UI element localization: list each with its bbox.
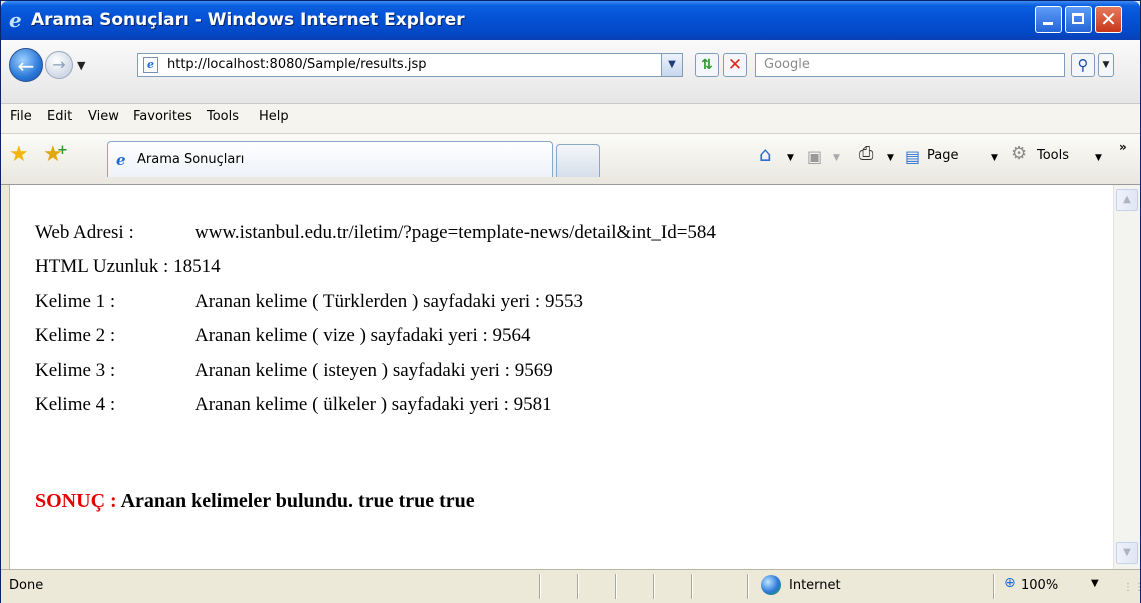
resize-grip-icon[interactable]: ⋮⋮ — [1123, 583, 1141, 598]
recent-pages-dropdown[interactable]: ▼ — [77, 59, 85, 72]
row-value: Aranan kelime ( ülkeler ) sayfadaki yeri… — [195, 394, 552, 415]
menu-edit[interactable]: Edit — [47, 109, 72, 124]
close-button[interactable]: ✕ — [1095, 6, 1122, 33]
feeds-dropdown[interactable]: ▼ — [833, 153, 840, 163]
status-divider — [615, 574, 617, 599]
status-divider — [577, 574, 579, 599]
row-value: www.istanbul.edu.tr/iletim/?page=templat… — [195, 222, 716, 243]
forward-button[interactable]: → — [45, 51, 73, 79]
tools-menu[interactable]: Tools — [1037, 148, 1069, 163]
window-title: Arama Sonuçları - Windows Internet Explo… — [31, 10, 465, 30]
internet-explorer-icon: e — [9, 8, 22, 32]
status-divider — [993, 574, 995, 599]
row-label: Web Adresi : — [35, 222, 134, 243]
url-text: http://localhost:8080/Sample/results.jsp — [167, 57, 427, 72]
menu-view[interactable]: View — [88, 109, 119, 124]
maximize-icon — [1072, 13, 1084, 24]
row-label: Kelime 1 : — [35, 291, 116, 312]
status-text: Done — [9, 578, 44, 593]
zoom-level[interactable]: 100% — [1021, 578, 1058, 593]
address-input[interactable]: e http://localhost:8080/Sample/results.j… — [137, 53, 683, 77]
maximize-button[interactable] — [1065, 6, 1092, 33]
zoom-dropdown[interactable]: ▼ — [1091, 578, 1099, 589]
row-value: Aranan kelime ( vize ) sayfadaki yeri : … — [195, 325, 531, 346]
address-toolbar: ← → ▼ e http://localhost:8080/Sample/res… — [1, 40, 1140, 104]
search-icon: ⚲ — [1077, 56, 1089, 74]
menu-file[interactable]: File — [10, 109, 32, 124]
internet-explorer-icon: e — [116, 151, 126, 169]
menu-favorites[interactable]: Favorites — [133, 109, 192, 124]
title-bar[interactable]: e Arama Sonuçları - Windows Internet Exp… — [1, 1, 1140, 40]
menu-bar: File Edit View Favorites Tools Help — [1, 104, 1140, 134]
refresh-icon: ⇅ — [701, 57, 713, 73]
stop-icon: ✕ — [727, 55, 743, 75]
result-line: SONUÇ : Aranan kelimeler bulundu. true t… — [35, 490, 475, 513]
stop-button[interactable]: ✕ — [723, 53, 747, 77]
search-options-dropdown[interactable]: ▼ — [1098, 53, 1114, 77]
tab-bar: ★ ★ + e Arama Sonuçları ⌂ ▼ ▣ ▼ ⎙ ▼ ▤ Pag… — [1, 134, 1140, 185]
add-to-favorites-icon[interactable]: ★ + — [43, 143, 68, 167]
search-placeholder: Google — [764, 57, 810, 72]
address-dropdown[interactable]: ▼ — [661, 53, 683, 77]
status-bar: Done Internet ⊕ 100% ▼ ⋮⋮ — [1, 569, 1141, 603]
page-menu[interactable]: Page — [927, 148, 958, 163]
status-divider — [539, 574, 541, 599]
status-divider — [653, 574, 655, 599]
minimize-button[interactable] — [1035, 6, 1062, 33]
zoom-icon: ⊕ — [1004, 575, 1016, 591]
scroll-up-button[interactable]: ▲ — [1116, 189, 1138, 211]
feeds-icon[interactable]: ▣ — [807, 146, 822, 168]
tools-menu-dropdown[interactable]: ▼ — [1095, 153, 1102, 163]
page-icon: e — [143, 57, 158, 73]
tab-arama-sonuclari[interactable]: e Arama Sonuçları — [107, 141, 553, 177]
status-divider — [691, 574, 693, 599]
favorites-center-icon[interactable]: ★ — [9, 143, 29, 167]
home-dropdown[interactable]: ▼ — [787, 153, 794, 163]
menu-help[interactable]: Help — [259, 109, 289, 124]
page-content: Web Adresi : www.istanbul.edu.tr/iletim/… — [9, 185, 1113, 569]
browser-window: e Arama Sonuçları - Windows Internet Exp… — [0, 0, 1141, 603]
result-label: SONUÇ : — [35, 490, 117, 512]
row-label: Kelime 3 : — [35, 360, 116, 381]
result-text: Aranan kelimeler bulundu. true true true — [120, 490, 475, 512]
refresh-button[interactable]: ⇅ — [695, 53, 719, 77]
security-zone[interactable]: Internet — [789, 578, 841, 593]
page-menu-icon: ▤ — [905, 147, 921, 166]
row-value: Aranan kelime ( Türklerden ) sayfadaki y… — [195, 291, 583, 312]
menu-tools[interactable]: Tools — [207, 109, 239, 124]
tools-gear-icon: ⚙ — [1011, 143, 1028, 164]
print-dropdown[interactable]: ▼ — [887, 153, 894, 163]
row-value: Aranan kelime ( isteyen ) sayfadaki yeri… — [195, 360, 553, 381]
home-icon[interactable]: ⌂ — [759, 143, 772, 165]
tab-label: Arama Sonuçları — [137, 152, 245, 167]
row-label: Kelime 4 : — [35, 394, 116, 415]
status-divider — [747, 574, 749, 599]
new-tab-button[interactable] — [556, 144, 600, 177]
close-icon: ✕ — [1100, 7, 1117, 31]
vertical-scrollbar[interactable]: ▲ ▼ — [1113, 185, 1140, 569]
page-menu-dropdown[interactable]: ▼ — [991, 153, 998, 163]
minimize-icon — [1043, 22, 1053, 25]
row-label: Kelime 2 : — [35, 325, 116, 346]
scroll-down-button[interactable]: ▼ — [1116, 542, 1138, 564]
search-button[interactable]: ⚲ — [1071, 53, 1095, 77]
row-label: HTML Uzunluk : 18514 — [35, 256, 221, 277]
search-input[interactable]: Google — [755, 53, 1065, 77]
back-button[interactable]: ← — [9, 48, 43, 82]
internet-zone-icon — [761, 575, 781, 595]
print-icon[interactable]: ⎙ — [859, 143, 873, 165]
more-commands-chevron[interactable]: » — [1119, 140, 1127, 154]
